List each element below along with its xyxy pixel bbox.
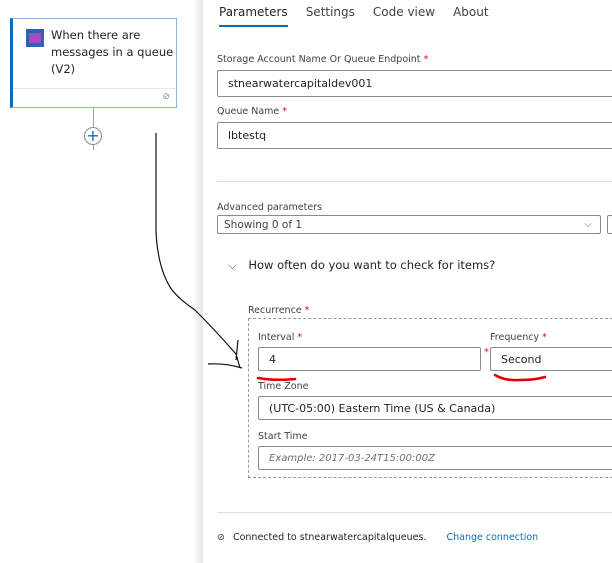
start-time-label: Start Time bbox=[258, 431, 308, 442]
storage-queue-icon bbox=[26, 29, 44, 47]
recurrence-section-title: How often do you want to check for items… bbox=[248, 258, 496, 272]
start-time-input[interactable]: Example: 2017-03-24T15:00:00Z bbox=[258, 446, 612, 470]
trigger-node-card[interactable]: When there are messages in a queue (V2) … bbox=[10, 18, 177, 108]
advanced-parameters-clear-button[interactable] bbox=[607, 215, 612, 234]
required-asterisk: * bbox=[297, 332, 303, 343]
storage-account-label-text: Storage Account Name Or Queue Endpoint bbox=[217, 54, 421, 65]
connection-footer: ⊘ Connected to stnearwatercapitalqueues.… bbox=[217, 532, 538, 543]
frequency-value: Second bbox=[501, 352, 542, 366]
required-asterisk: * bbox=[484, 347, 489, 358]
time-zone-value: (UTC-05:00) Eastern Time (US & Canada) bbox=[269, 401, 496, 415]
recurrence-label-text: Recurrence bbox=[248, 305, 302, 316]
chevron-down-icon: ⌵ bbox=[228, 258, 237, 272]
tab-parameters[interactable]: Parameters bbox=[219, 5, 288, 27]
required-asterisk: * bbox=[542, 332, 547, 343]
recurrence-section-toggle[interactable]: ⌵ How often do you want to check for ite… bbox=[228, 258, 495, 273]
interval-value: 4 bbox=[269, 352, 276, 366]
panel-shadow bbox=[193, 0, 203, 563]
tab-code-view[interactable]: Code view bbox=[373, 5, 435, 27]
queue-name-input[interactable]: lbtestq bbox=[217, 122, 612, 149]
trigger-node-title: When there are messages in a queue (V2) bbox=[51, 28, 174, 76]
frequency-dropdown[interactable]: Second bbox=[490, 347, 612, 371]
frequency-label-text: Frequency bbox=[490, 332, 540, 343]
change-connection-link[interactable]: Change connection bbox=[446, 532, 538, 543]
frequency-label: Frequency * bbox=[490, 332, 547, 343]
connection-status-text: Connected to stnearwatercapitalqueues. bbox=[232, 532, 427, 543]
interval-label: Interval * bbox=[258, 332, 302, 343]
interval-label-text: Interval bbox=[258, 332, 295, 343]
connection-icon: ⊘ bbox=[217, 532, 225, 543]
required-asterisk: * bbox=[423, 54, 429, 65]
queue-name-label-text: Queue Name bbox=[217, 106, 280, 117]
queue-name-value: lbtestq bbox=[228, 129, 267, 142]
start-time-placeholder: Example: 2017-03-24T15:00:00Z bbox=[269, 452, 435, 464]
storage-account-input[interactable]: stnearwatercapitaldev001 bbox=[217, 70, 612, 97]
required-asterisk: * bbox=[304, 305, 310, 316]
recurrence-label: Recurrence * bbox=[248, 305, 309, 316]
storage-account-value: stnearwatercapitaldev001 bbox=[228, 77, 373, 90]
panel-tabs: Parameters Settings Code view About bbox=[219, 5, 489, 27]
chevron-down-icon: ⌵ bbox=[584, 219, 592, 230]
advanced-parameters-label: Advanced parameters bbox=[217, 202, 323, 213]
footer-divider bbox=[217, 512, 612, 513]
advanced-parameters-value: Showing 0 of 1 bbox=[224, 218, 303, 231]
details-panel: Parameters Settings Code view About Stor… bbox=[203, 0, 612, 563]
time-zone-dropdown[interactable]: (UTC-05:00) Eastern Time (US & Canada) bbox=[258, 396, 612, 420]
storage-account-label: Storage Account Name Or Queue Endpoint * bbox=[217, 54, 428, 65]
node-footer-divider bbox=[13, 88, 176, 89]
interval-input[interactable]: 4 bbox=[258, 347, 481, 371]
required-asterisk: * bbox=[282, 106, 288, 117]
link-icon: ⊘ bbox=[162, 92, 170, 102]
time-zone-label: Time Zone bbox=[258, 381, 309, 392]
tab-settings[interactable]: Settings bbox=[306, 5, 355, 27]
tab-about[interactable]: About bbox=[453, 5, 488, 27]
add-step-button[interactable]: + bbox=[84, 127, 102, 145]
section-divider bbox=[217, 181, 612, 182]
queue-name-label: Queue Name * bbox=[217, 106, 287, 117]
advanced-parameters-dropdown[interactable]: Showing 0 of 1 ⌵ bbox=[217, 215, 601, 234]
